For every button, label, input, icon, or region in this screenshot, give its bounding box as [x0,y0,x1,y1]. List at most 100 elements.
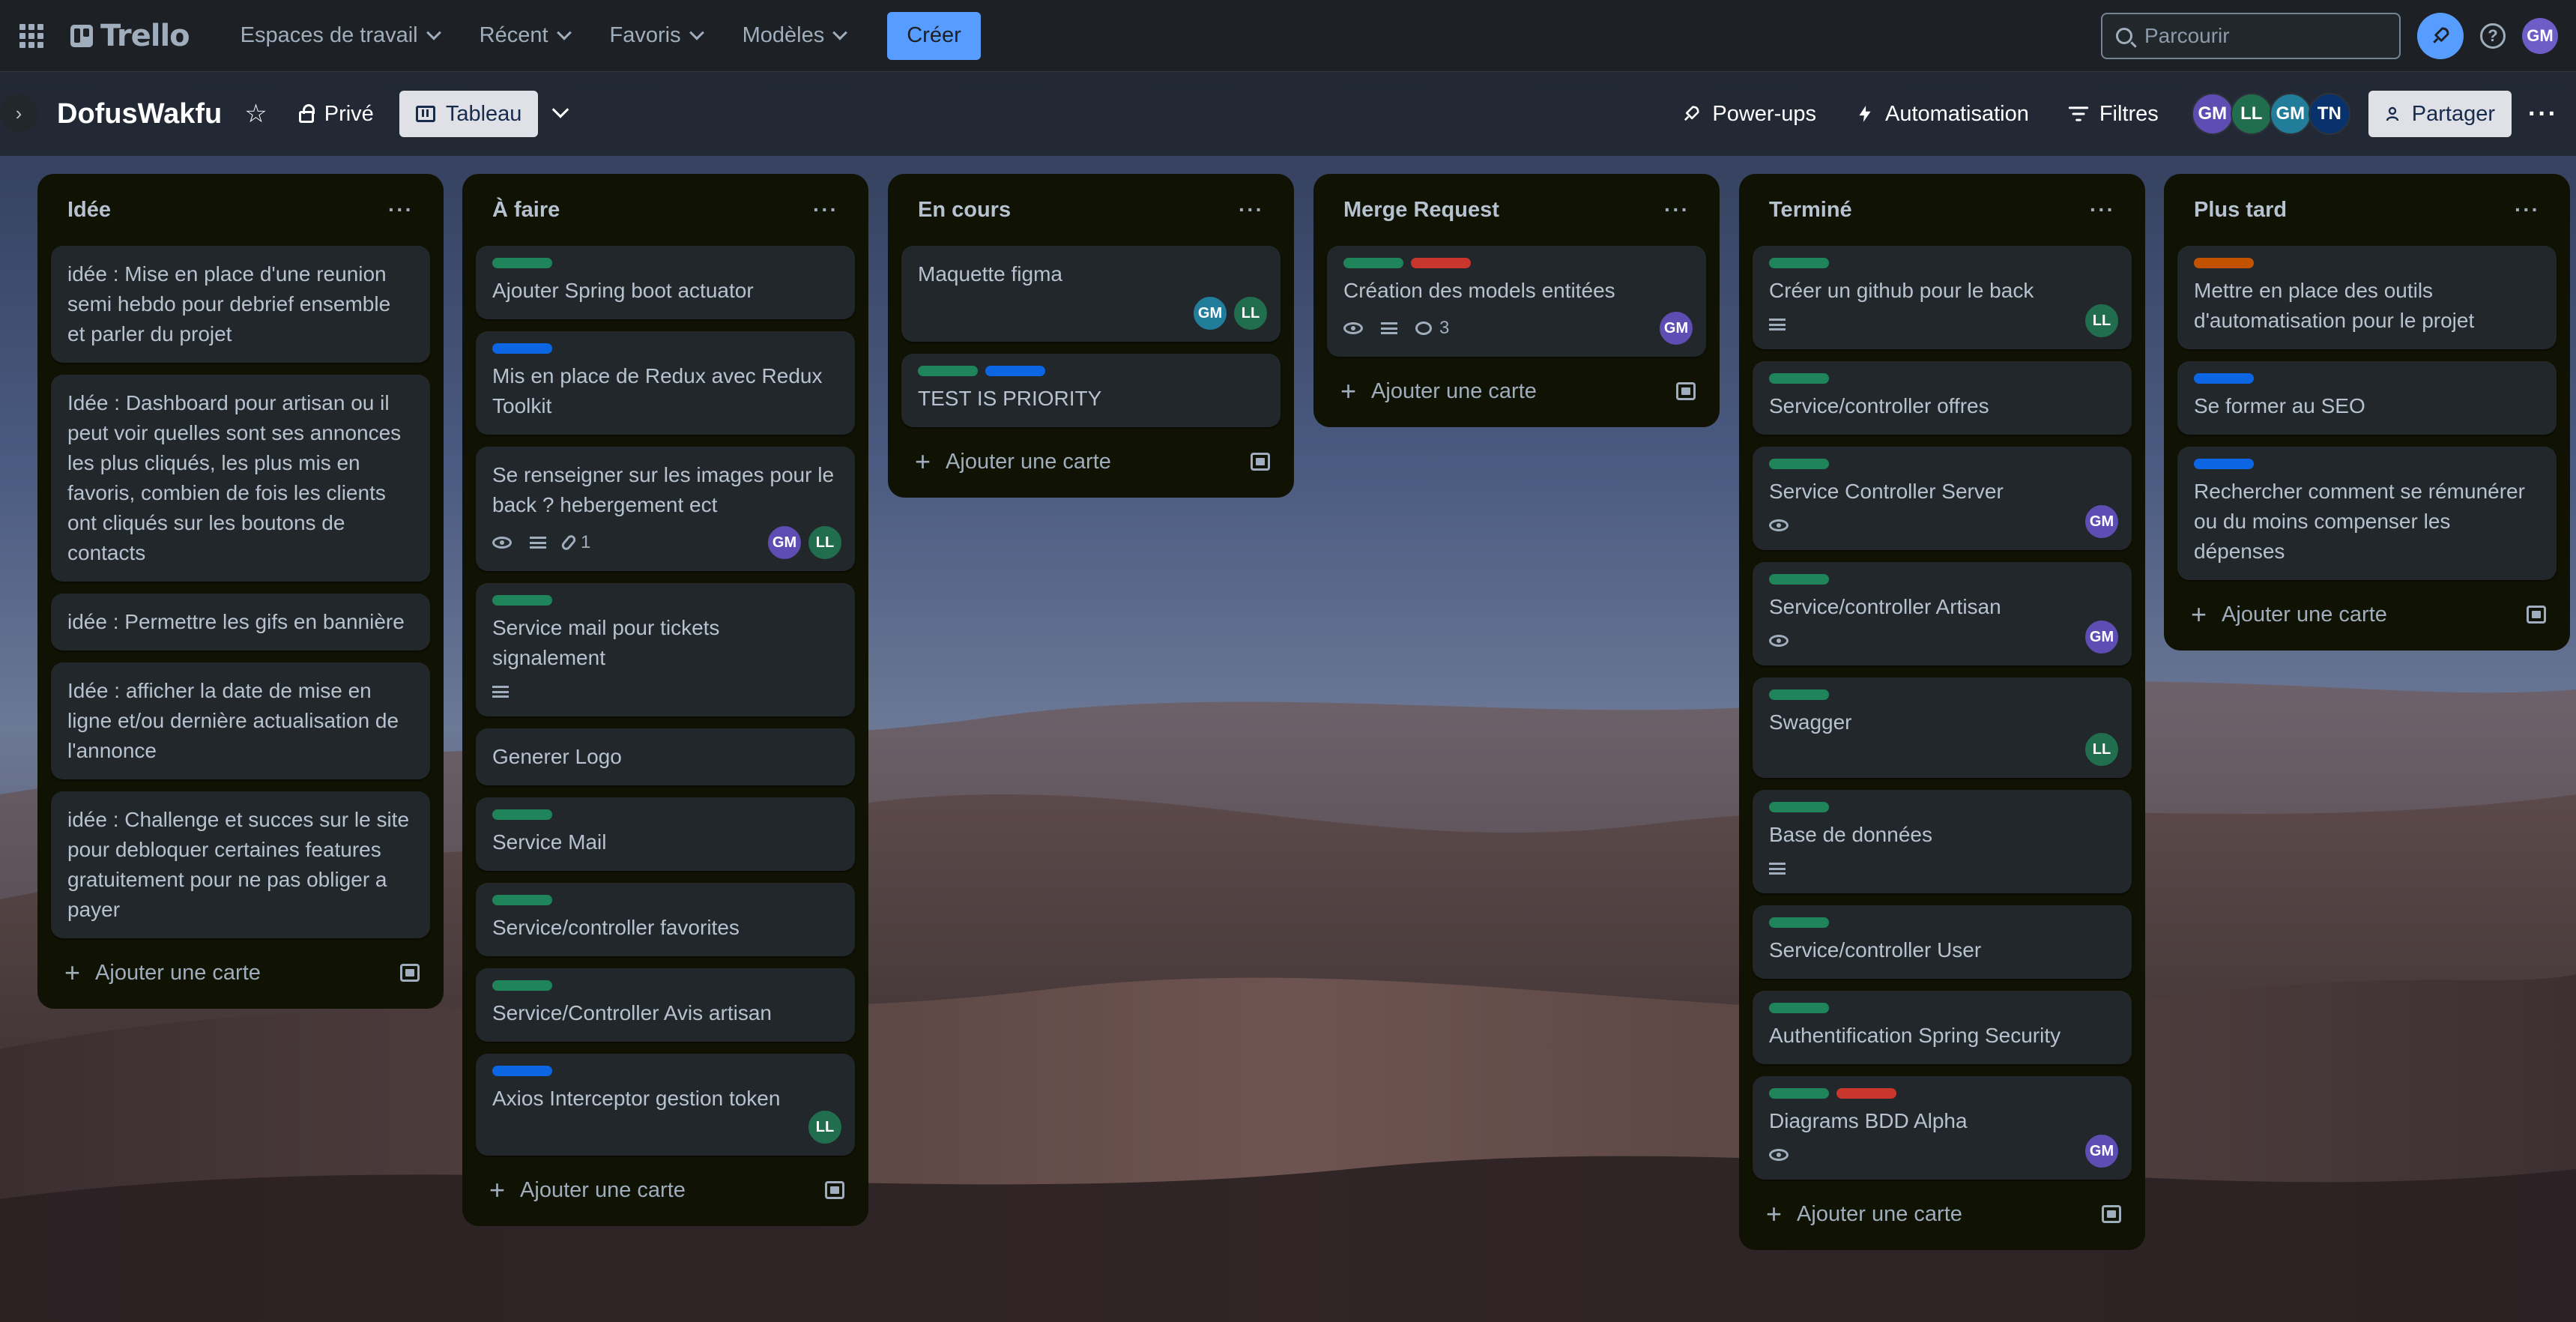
label-green[interactable] [1769,802,1829,812]
card[interactable]: Mettre en place des outils d'automatisat… [2177,246,2557,349]
card[interactable]: Generer Logo [476,728,855,785]
card-template-icon[interactable] [1251,453,1270,471]
member-avatar[interactable]: LL [807,1109,843,1145]
label-green[interactable] [1769,459,1829,469]
list-title[interactable]: Idée [67,198,111,223]
card[interactable]: Swagger LL [1753,677,2132,778]
card[interactable]: Idée : afficher la date de mise en ligne… [51,662,430,779]
member-avatar[interactable]: LL [2230,93,2273,135]
card[interactable]: Ajouter Spring boot actuator [476,246,855,319]
board-menu-icon[interactable]: ··· [2528,100,2558,129]
member-avatar[interactable]: GM [1658,310,1694,346]
list-title[interactable]: Merge Request [1343,198,1499,223]
view-board-button[interactable]: Tableau [399,91,539,137]
card[interactable]: Idée : Dashboard pour artisan ou il peut… [51,375,430,582]
member-avatar[interactable]: GM [2269,93,2312,135]
label-green[interactable] [492,895,552,905]
list-title[interactable]: En cours [918,198,1011,223]
card[interactable]: Service Mail [476,797,855,871]
card-template-icon[interactable] [2102,1205,2121,1223]
member-avatar[interactable]: LL [2084,303,2120,339]
card[interactable]: Se former au SEO [2177,361,2557,435]
trello-logo[interactable]: Trello [70,19,190,53]
label-green[interactable] [492,258,552,268]
member-avatar[interactable]: LL [807,525,843,561]
member-avatar[interactable]: GM [1192,295,1228,331]
visibility-button[interactable]: Privé [282,91,390,137]
powerups-button[interactable]: Power-ups [1664,91,1833,137]
label-green[interactable] [918,366,978,376]
view-switcher-button[interactable] [538,91,583,137]
card[interactable]: Service/Controller Avis artisan [476,968,855,1042]
nav-templates[interactable]: Modèles [725,12,864,60]
card[interactable]: Maquette figma GM LL [901,246,1281,342]
card[interactable]: Rechercher comment se rémunérer ou du mo… [2177,447,2557,580]
card[interactable]: Service Controller Server GM [1753,447,2132,550]
label-blue[interactable] [2194,373,2254,384]
label-green[interactable] [1769,689,1829,700]
list-header[interactable]: À faire ··· [476,186,855,234]
list-menu-icon[interactable]: ··· [2090,198,2115,222]
create-button[interactable]: Créer [887,11,981,60]
list-menu-icon[interactable]: ··· [1664,198,1690,222]
add-card-button[interactable]: + Ajouter une carte [2177,591,2557,639]
member-avatar[interactable]: GM [2084,619,2120,655]
card-template-icon[interactable] [400,964,420,982]
label-green[interactable] [1343,258,1403,268]
nav-workspaces[interactable]: Espaces de travail [223,12,457,60]
list-menu-icon[interactable]: ··· [388,198,414,222]
label-red[interactable] [1836,1088,1896,1099]
list-header[interactable]: Idée ··· [51,186,430,234]
nav-starred[interactable]: Favoris [592,12,720,60]
label-blue[interactable] [492,343,552,354]
add-card-button[interactable]: + Ajouter une carte [1327,367,1706,415]
label-green[interactable] [492,980,552,991]
card[interactable]: Service mail pour tickets signalement [476,583,855,716]
app-switcher-icon[interactable] [18,22,45,49]
add-card-button[interactable]: + Ajouter une carte [476,1166,855,1214]
member-avatar[interactable]: GM [2191,93,2234,135]
list-header[interactable]: Merge Request ··· [1327,186,1706,234]
card[interactable]: Mis en place de Redux avec Redux Toolkit [476,331,855,435]
label-green[interactable] [492,809,552,820]
card[interactable]: Service/controller favorites [476,883,855,956]
label-green[interactable] [1769,373,1829,384]
label-orange[interactable] [2194,258,2254,268]
label-green[interactable] [1769,574,1829,585]
card[interactable]: idée : Mise en place d'une reunion semi … [51,246,430,363]
list-menu-icon[interactable]: ··· [2515,198,2540,222]
label-green[interactable] [1769,258,1829,268]
card[interactable]: Créer un github pour le back LL [1753,246,2132,349]
list-menu-icon[interactable]: ··· [813,198,838,222]
label-red[interactable] [1411,258,1471,268]
filters-button[interactable]: Filtres [2052,91,2175,137]
card[interactable]: Service/controller offres [1753,361,2132,435]
card-template-icon[interactable] [1676,382,1696,400]
card[interactable]: idée : Permettre les gifs en bannière [51,594,430,651]
share-button[interactable]: Partager [2368,91,2512,137]
add-card-button[interactable]: + Ajouter une carte [901,438,1281,486]
label-green[interactable] [1769,917,1829,928]
add-card-button[interactable]: + Ajouter une carte [51,949,430,997]
member-avatar[interactable]: TN [2308,93,2350,135]
member-avatar[interactable]: GM [2084,504,2120,540]
notifications-button[interactable] [2417,12,2464,59]
list-header[interactable]: En cours ··· [901,186,1281,234]
card[interactable]: idée : Challenge et succes sur le site p… [51,791,430,938]
sidebar-toggle-chevron-icon[interactable]: › [0,94,37,132]
label-green[interactable] [492,595,552,606]
card-template-icon[interactable] [2527,606,2546,624]
card-template-icon[interactable] [825,1181,844,1199]
card[interactable]: Diagrams BDD Alpha GM [1753,1076,2132,1180]
user-avatar[interactable]: GM [2522,17,2558,54]
card[interactable]: Création des models entitées 3 GM [1327,246,1706,357]
list-title[interactable]: À faire [492,198,560,223]
nav-recent[interactable]: Récent [462,12,587,60]
card[interactable]: Axios Interceptor gestion token LL [476,1054,855,1156]
help-icon[interactable]: ? [2480,22,2506,49]
automation-button[interactable]: Automatisation [1839,91,2046,137]
search-box[interactable] [2101,12,2401,59]
label-blue[interactable] [2194,459,2254,469]
label-blue[interactable] [492,1066,552,1076]
label-green[interactable] [1769,1088,1829,1099]
